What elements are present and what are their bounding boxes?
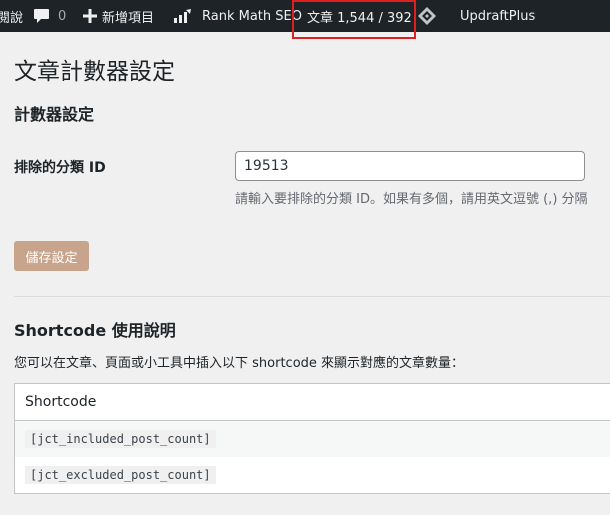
table-row: [jct_included_post_count]	[15, 421, 610, 457]
shortcode-table: Shortcode [jct_included_post_count] [jct…	[14, 383, 610, 494]
exclude-category-description: 請輸入要排除的分類 ID。如果有多個，請用英文逗號 (,) 分隔	[235, 192, 588, 207]
admin-bar-updraftplus[interactable]: UpdraftPlus	[460, 0, 535, 32]
shortcode-excluded: [jct_excluded_post_count]	[25, 466, 216, 484]
comment-icon	[33, 8, 50, 24]
admin-bar-plugin[interactable]	[417, 0, 437, 32]
diamond-icon	[417, 6, 437, 26]
admin-bar-new-item[interactable]: 新增項目	[83, 0, 154, 32]
save-settings-button[interactable]: 儲存設定	[14, 241, 89, 271]
exclude-category-label: 排除的分類 ID	[14, 160, 106, 176]
table-row: [jct_excluded_post_count]	[15, 457, 610, 493]
admin-bar-rank-math[interactable]: Rank Math SEO	[173, 0, 302, 32]
page-title: 文章計數器設定	[14, 59, 175, 85]
new-item-label: 新增項目	[102, 10, 155, 26]
admin-bar-site-text: 閱說	[0, 10, 24, 26]
rank-math-label: Rank Math SEO	[202, 8, 302, 24]
rank-math-icon	[173, 8, 193, 24]
admin-bar-site-label[interactable]: 閱說	[0, 0, 23, 32]
shortcode-included: [jct_included_post_count]	[25, 430, 216, 448]
shortcode-title: Shortcode 使用說明	[14, 321, 176, 340]
shortcode-column-header: Shortcode	[25, 394, 97, 410]
admin-bar: 閱說 0 新增項目 Rank Math SEO 文章 1,544 / 392 U…	[0, 0, 610, 32]
plus-icon	[83, 9, 97, 23]
exclude-category-input[interactable]	[235, 151, 585, 181]
shortcode-table-header: Shortcode	[15, 384, 610, 421]
admin-bar-post-count[interactable]: 文章 1,544 / 392	[307, 0, 412, 32]
comments-count: 0	[58, 8, 67, 24]
updraft-label: UpdraftPlus	[460, 8, 536, 24]
admin-bar-comments[interactable]: 0	[33, 0, 66, 32]
post-count-label: 文章 1,544 / 392	[307, 10, 412, 26]
section-title: 計數器設定	[14, 105, 95, 124]
section-divider	[14, 296, 610, 297]
shortcode-intro: 您可以在文章、頁面或小工具中插入以下 shortcode 來顯示對應的文章數量：	[14, 356, 465, 371]
